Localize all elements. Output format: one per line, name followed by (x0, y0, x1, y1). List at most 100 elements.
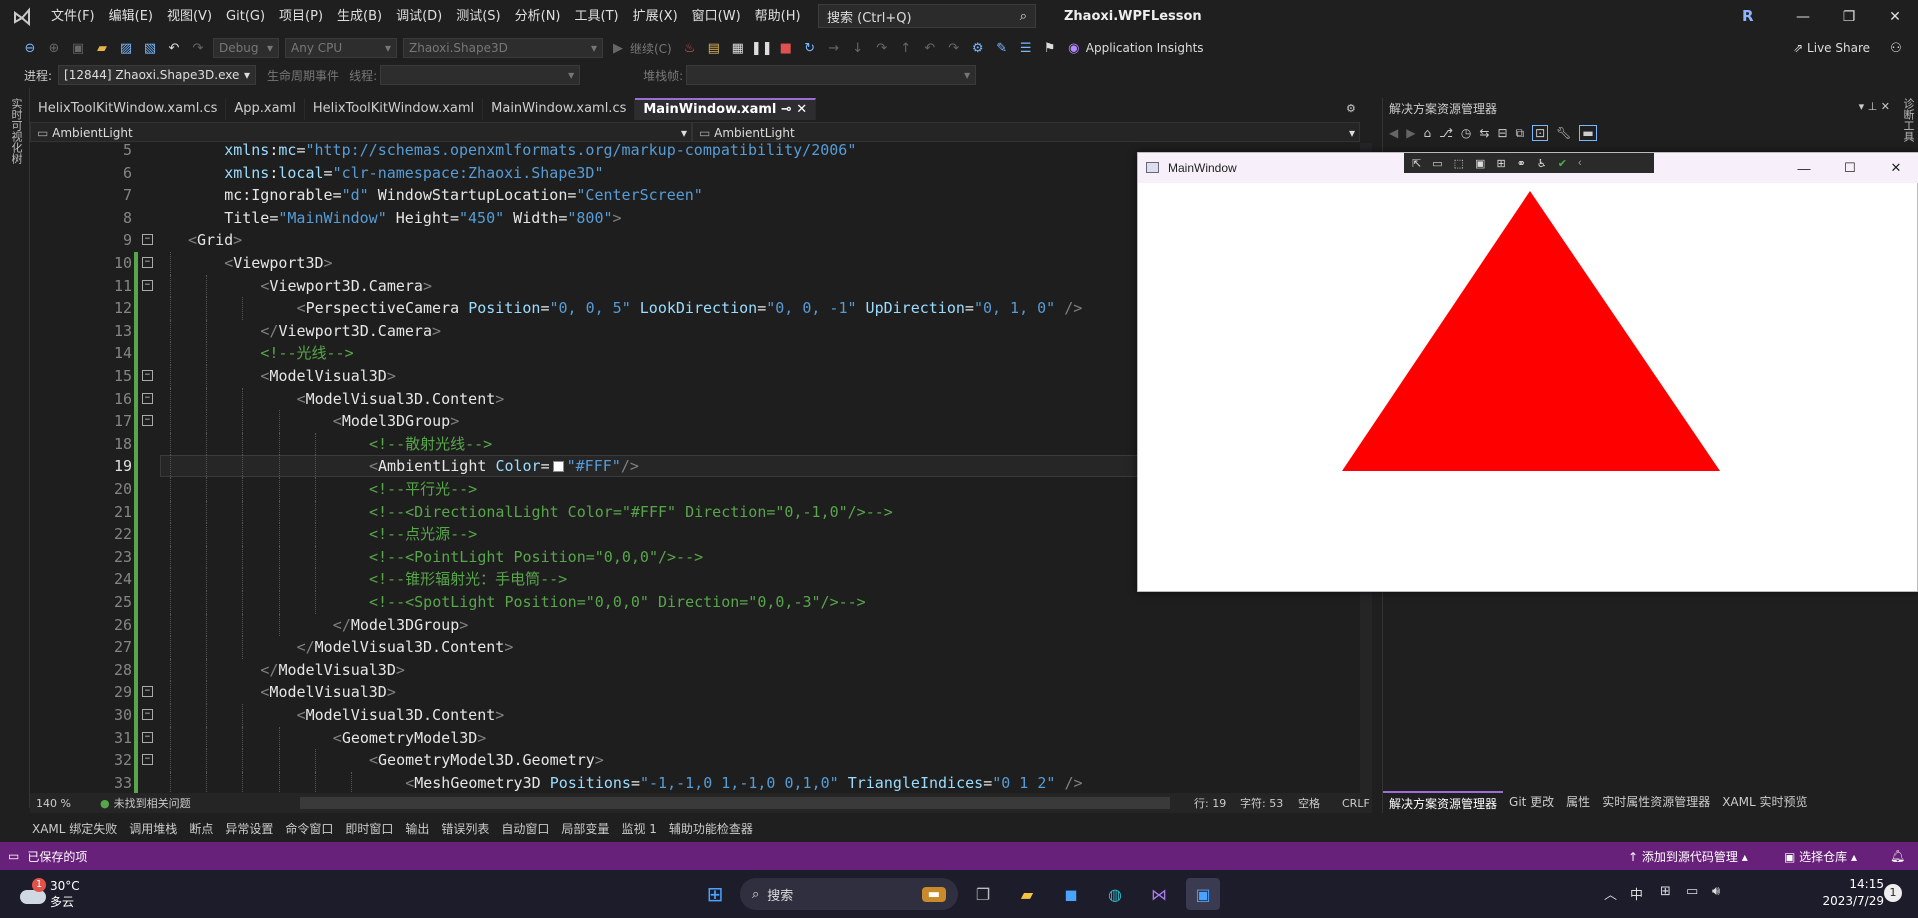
clock[interactable]: 14:15 2023/7/29 (1820, 876, 1884, 910)
step-over-icon[interactable]: ↷ (872, 38, 892, 58)
code-line[interactable]: 33 <MeshGeometry3D Positions="-1,-1,0 1,-… (30, 771, 1360, 793)
panel-pin-icon[interactable]: ▾ ⊥ ✕ (1859, 100, 1890, 113)
nav-back-icon[interactable]: ↶ (920, 38, 940, 58)
right-panel-tab[interactable]: 解决方案资源管理器 (1383, 791, 1504, 813)
fold-toggle-icon[interactable]: − (142, 370, 153, 381)
visual-studio-taskbar-icon[interactable]: ⋈ (1142, 878, 1176, 910)
save-all-icon[interactable]: ▧ (140, 38, 160, 58)
diagnostics-icon[interactable]: ⚙ (968, 38, 988, 58)
nav-fwd-icon[interactable]: ↷ (944, 38, 964, 58)
step-into-icon[interactable]: ↓ (848, 38, 868, 58)
zoom-level[interactable]: 140 % (30, 797, 94, 810)
document-tab[interactable]: App.xaml (226, 98, 305, 120)
code-line[interactable]: 32− <GeometryModel3D.Geometry> (30, 749, 1360, 772)
fold-toggle-icon[interactable]: − (142, 234, 153, 246)
tool-window-tab[interactable]: 监视 1 (621, 820, 656, 837)
fold-toggle-icon[interactable]: − (142, 754, 153, 766)
live-share-button[interactable]: ⇗ Live Share (1793, 41, 1870, 55)
app-insights-label[interactable]: Application Insights (1086, 41, 1204, 55)
open-folder-icon[interactable]: ▰ (92, 38, 112, 58)
new-item-icon[interactable]: ▣ (68, 38, 88, 58)
menu-item[interactable]: 扩展(X) (626, 0, 685, 34)
bookmark-icon[interactable]: ⚑ (1040, 38, 1060, 58)
collapse-arrow-icon[interactable]: ‹ (1578, 157, 1582, 169)
tray-overflow-icon[interactable]: ︿ (1604, 884, 1617, 903)
tool-window-tab[interactable]: 辅助功能检查器 (669, 820, 753, 837)
search-box[interactable]: 搜索 (Ctrl+Q) ⌕ (818, 4, 1036, 28)
nav-right-dropdown[interactable]: ▭ AmbientLight ▾ (692, 122, 1360, 142)
tool-window-tab[interactable]: 异常设置 (225, 820, 273, 837)
tool-window-tab[interactable]: 调用堆栈 (129, 820, 177, 837)
document-tab[interactable]: MainWindow.xaml ⊸ ✕ (635, 98, 817, 120)
app-insights-icon[interactable]: ◉ (1064, 38, 1084, 58)
whitespace-status[interactable]: 空格 (1298, 795, 1320, 811)
tool-window-tab[interactable]: 错误列表 (441, 820, 489, 837)
minimize-button[interactable]: — (1780, 0, 1826, 34)
restart-icon[interactable]: ↻ (800, 38, 820, 58)
forward-icon[interactable]: ▶ (1406, 126, 1415, 140)
edge-icon[interactable]: ◍ (1098, 878, 1132, 910)
check-ok-icon[interactable]: ✔ (1558, 157, 1567, 170)
code-line[interactable]: 27 </ModelVisual3D.Content> (30, 636, 1360, 659)
code-line[interactable]: 31− <GeometryModel3D> (30, 726, 1360, 750)
right-panel-tab[interactable]: XAML 实时预览 (1716, 791, 1813, 813)
record-icon[interactable]: ▭ (1432, 157, 1442, 170)
hot-reload-icon[interactable]: ♨ (680, 38, 700, 58)
ime-mode-icon[interactable]: ⊞ (1660, 884, 1671, 899)
tool-window-tab[interactable]: 即时窗口 (345, 820, 393, 837)
wpf-main-window[interactable]: MainWindow ⇱ ▭ ⬚ ▣ ⊞ ⚭ ♿︎ ✔ ‹ — ☐ ✕ (1137, 152, 1918, 592)
select-element-icon[interactable]: ⇱ (1412, 157, 1421, 170)
notification-count[interactable]: 1 (1884, 884, 1902, 902)
network-icon[interactable]: ▭ (1686, 884, 1698, 899)
platform-dropdown[interactable]: Any CPU ▾ (285, 38, 397, 58)
fold-toggle-icon[interactable]: − (142, 415, 153, 427)
menu-item[interactable]: 帮助(H) (748, 0, 808, 34)
volume-icon[interactable]: 🔊︎ (1712, 884, 1720, 899)
save-icon[interactable]: ▨ (116, 38, 136, 58)
tool-window-tab[interactable]: 输出 (405, 820, 429, 837)
comment-icon[interactable]: ☰ (1016, 38, 1036, 58)
menu-item[interactable]: 分析(N) (508, 0, 568, 34)
thread-dropdown[interactable]: ▾ (380, 65, 581, 85)
color-swatch[interactable] (552, 461, 564, 473)
menu-item[interactable]: Git(G) (219, 0, 272, 34)
close-button[interactable]: ✕ (1872, 0, 1918, 34)
lifecycle-button[interactable]: 生命周期事件 (267, 67, 339, 84)
format-icon[interactable]: ✎ (992, 38, 1012, 58)
layout-adorners-icon[interactable]: ▣ (1475, 157, 1485, 170)
code-line[interactable]: 29− <ModelVisual3D> (30, 681, 1360, 704)
tool-window-tab[interactable]: 断点 (189, 820, 213, 837)
issues-status[interactable]: 未找到相关问题 (114, 795, 191, 811)
pause-icon[interactable]: ❚❚ (751, 38, 773, 58)
menu-item[interactable]: 视图(V) (160, 0, 219, 34)
notifications-icon[interactable]: 🔔︎ (1890, 849, 1905, 863)
back-icon[interactable]: ◀ (1389, 126, 1398, 140)
menu-item[interactable]: 文件(F) (44, 0, 102, 34)
diagnostic-tools-tab[interactable]: 诊断工具 (1900, 98, 1916, 142)
show-all-icon[interactable]: ⧉ (1516, 126, 1525, 141)
select-repo-button[interactable]: ▣ 选择仓库 ▴ (1784, 848, 1857, 865)
store-icon[interactable]: ◼ (1054, 878, 1088, 910)
browse-icon[interactable]: ▤ (704, 38, 724, 58)
menu-item[interactable]: 生成(B) (330, 0, 389, 34)
tab-settings-icon[interactable]: ⚙ (1346, 102, 1356, 115)
right-panel-tab[interactable]: Git 更改 (1503, 791, 1560, 813)
code-line[interactable]: 28 </ModelVisual3D> (30, 658, 1360, 682)
right-panel-tab[interactable]: 实时属性资源管理器 (1596, 791, 1716, 813)
tool-window-tab[interactable]: XAML 绑定失败 (32, 820, 117, 837)
ime-indicator[interactable]: 中 (1630, 884, 1643, 903)
fold-toggle-icon[interactable]: − (142, 709, 153, 720)
add-source-control-button[interactable]: ↑ 添加到源代码管理 ▴ (1628, 848, 1748, 865)
file-explorer-icon[interactable]: ▰ (1010, 878, 1044, 910)
wpf-title-bar[interactable]: MainWindow ⇱ ▭ ⬚ ▣ ⊞ ⚭ ♿︎ ✔ ‹ — ☐ ✕ (1138, 153, 1918, 183)
tool-window-tab[interactable]: 命令窗口 (285, 820, 333, 837)
step-out-icon[interactable]: ↑ (896, 38, 916, 58)
back-icon[interactable]: ⊖ (20, 38, 40, 58)
process-dropdown[interactable]: [12844] Zhaoxi.Shape3D.exe ▾ (58, 65, 257, 85)
sync-icon[interactable]: ⇆ (1479, 126, 1489, 140)
user-avatar[interactable]: R (1742, 7, 1754, 25)
fold-toggle-icon[interactable]: − (142, 279, 153, 291)
weather-icon[interactable]: 1 (18, 878, 48, 908)
stack-frame-dropdown[interactable]: ▾ (686, 65, 977, 85)
fold-toggle-icon[interactable]: − (142, 686, 153, 698)
